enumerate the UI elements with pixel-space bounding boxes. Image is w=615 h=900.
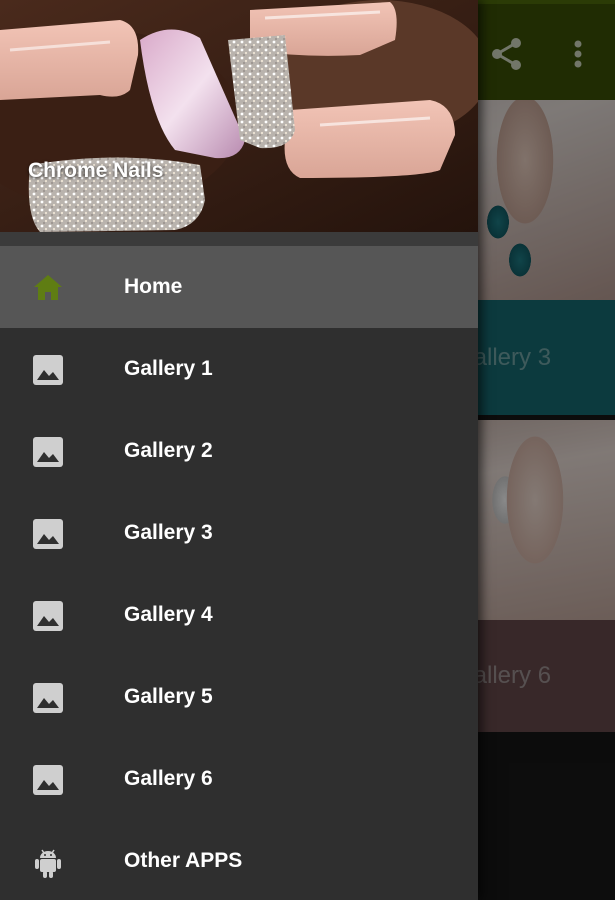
header-image — [0, 0, 478, 232]
drawer-item-label: Gallery 5 — [124, 685, 213, 708]
drawer-item-label: Gallery 4 — [124, 603, 213, 626]
drawer-item-gallery-4[interactable]: Gallery 4 — [0, 574, 478, 656]
image-icon — [31, 599, 65, 633]
drawer-item-other-apps[interactable]: Other APPS — [0, 820, 478, 900]
image-icon — [31, 435, 65, 469]
drawer-item-label: Home — [124, 275, 183, 298]
image-icon — [31, 353, 65, 387]
drawer-menu: Home Gallery 1 Gallery 2 Gallery 3 Galle — [0, 246, 478, 900]
drawer-item-label: Gallery 1 — [124, 357, 213, 380]
drawer-item-label: Gallery 3 — [124, 521, 213, 544]
home-icon — [31, 271, 65, 305]
drawer-item-gallery-3[interactable]: Gallery 3 — [0, 492, 478, 574]
drawer-item-label: Gallery 2 — [124, 439, 213, 462]
drawer-item-label: Other APPS — [124, 849, 243, 872]
drawer-item-gallery-1[interactable]: Gallery 1 — [0, 328, 478, 410]
header-title: Chrome Nails — [28, 159, 164, 182]
drawer-header: Chrome Nails — [0, 0, 478, 232]
android-icon — [31, 845, 65, 879]
image-icon — [31, 517, 65, 551]
image-icon — [31, 763, 65, 797]
navigation-drawer: Chrome Nails Home Gallery 1 Gallery 2 Ga… — [0, 0, 478, 900]
drawer-item-home[interactable]: Home — [0, 246, 478, 328]
drawer-item-gallery-5[interactable]: Gallery 5 — [0, 656, 478, 738]
drawer-item-gallery-2[interactable]: Gallery 2 — [0, 410, 478, 492]
image-icon — [31, 681, 65, 715]
header-divider — [0, 232, 478, 246]
drawer-item-gallery-6[interactable]: Gallery 6 — [0, 738, 478, 820]
drawer-item-label: Gallery 6 — [124, 767, 213, 790]
